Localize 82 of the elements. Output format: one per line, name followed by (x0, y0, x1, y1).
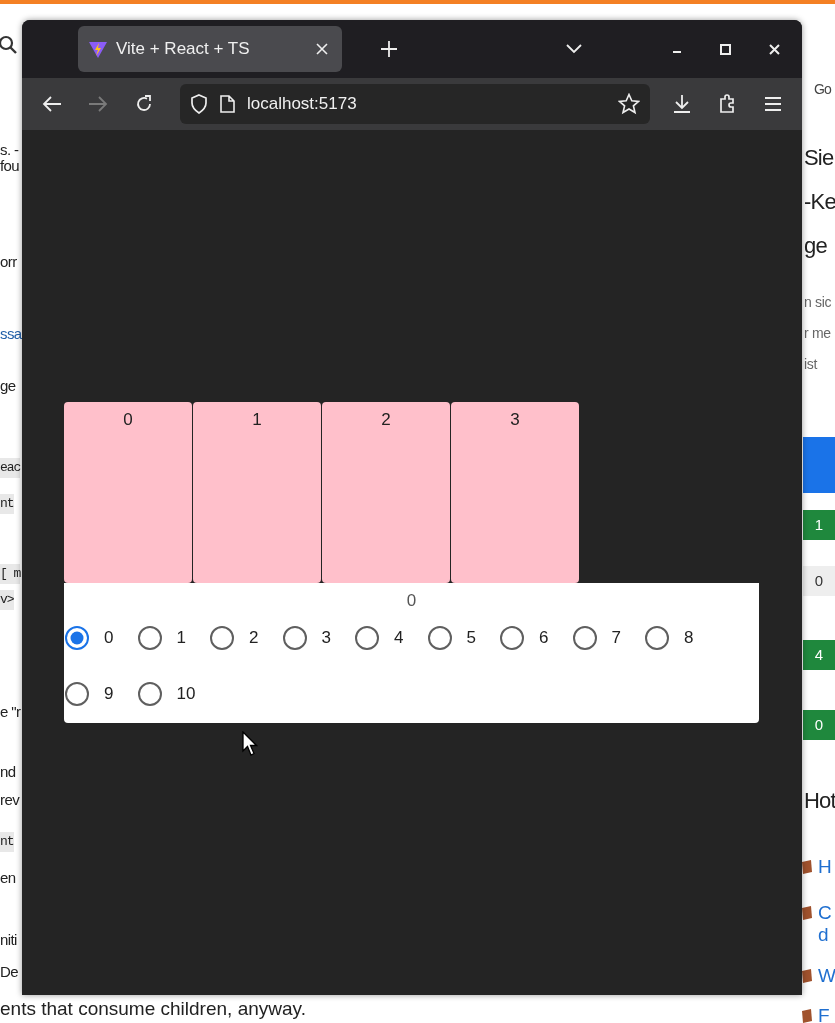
text-fragment: nt (0, 832, 14, 852)
plus-icon[interactable] (380, 40, 398, 58)
search-icon (0, 34, 18, 56)
radio-option[interactable]: 1 (136, 625, 209, 651)
text-fragment: nd (0, 762, 16, 782)
radio-option[interactable]: 4 (354, 625, 427, 651)
selected-value: 0 (406, 591, 417, 611)
count-badge: 1 (803, 510, 835, 540)
radio-button[interactable] (64, 625, 90, 651)
radio-button[interactable] (354, 625, 380, 651)
radio-button[interactable] (64, 681, 90, 707)
reload-icon[interactable] (134, 94, 154, 114)
page-icon (220, 95, 235, 113)
site-icon (800, 1008, 814, 1023)
text-fragment: orr (0, 252, 17, 272)
radio-button[interactable] (209, 625, 235, 651)
text-fragment: eac (0, 458, 21, 478)
url-text: localhost:5173 (247, 94, 357, 114)
radio-button[interactable] (571, 625, 598, 651)
text-fragment: ge (0, 376, 16, 396)
vite-logo-icon (88, 39, 108, 59)
banner (803, 437, 835, 493)
text-fragment: Go (813, 80, 833, 99)
link-fragment[interactable]: F (818, 1005, 830, 1023)
site-icon (800, 859, 814, 875)
paragraph-text: ents that consume children, anyway. (0, 997, 306, 1021)
count-badge: 4 (803, 640, 835, 670)
chevron-down-icon[interactable] (566, 44, 582, 54)
text-fragment: [ m (0, 564, 21, 584)
link-fragment[interactable]: H (818, 856, 832, 878)
text-fragment: ge (804, 233, 827, 259)
menu-icon[interactable] (764, 96, 782, 112)
radio-option[interactable]: 8 (644, 625, 717, 651)
radio-button[interactable] (499, 625, 525, 651)
text-fragment: e "r (0, 702, 21, 722)
card-label: 2 (381, 410, 391, 431)
site-icon (800, 905, 814, 921)
text-fragment: De (0, 962, 18, 982)
radio-button[interactable] (136, 625, 163, 651)
text-fragment: n sic (804, 294, 832, 310)
close-icon[interactable] (316, 43, 328, 55)
text-fragment: Sie (804, 145, 834, 171)
radio-button[interactable] (426, 625, 453, 651)
text-fragment: ssa (0, 324, 22, 344)
text-fragment: Hot (804, 788, 835, 814)
text-fragment: rev (0, 790, 20, 810)
star-icon[interactable] (618, 93, 640, 115)
card-label: 1 (252, 410, 262, 431)
radio-option[interactable]: 7 (571, 625, 644, 651)
text-fragment: -Ke (804, 189, 835, 215)
radio-option[interactable]: 2 (209, 625, 282, 651)
text-fragment: en (0, 868, 16, 888)
radio-option[interactable]: 6 (499, 625, 572, 651)
card-label: 0 (123, 410, 133, 431)
browser-tab[interactable]: Vite + React + TS (78, 26, 342, 72)
text-fragment: nt (0, 494, 14, 514)
back-icon[interactable] (42, 95, 62, 113)
mouse-pointer-icon (242, 731, 258, 757)
address-bar[interactable]: localhost:5173 (180, 84, 650, 124)
text-fragment: ist (804, 356, 818, 372)
count-badge: 0 (803, 566, 835, 596)
radio-button[interactable] (281, 625, 308, 651)
link-fragment[interactable]: W (818, 965, 835, 987)
maximize-icon[interactable] (720, 43, 731, 55)
text-fragment: r me (804, 325, 831, 341)
download-icon[interactable] (672, 94, 692, 114)
radio-option[interactable]: 3 (281, 625, 354, 651)
site-icon (800, 968, 814, 984)
text-fragment: v> (0, 590, 14, 610)
radio-option[interactable]: 10 (136, 681, 209, 707)
radio-button[interactable] (644, 625, 670, 651)
card-label: 3 (510, 410, 520, 431)
close-icon[interactable] (769, 43, 780, 55)
link-fragment[interactable]: d (818, 924, 829, 946)
link-fragment[interactable]: C (818, 902, 832, 924)
count-badge: 0 (803, 710, 835, 740)
radio-button[interactable] (136, 681, 163, 707)
radio-option[interactable]: 5 (426, 625, 499, 651)
radio-option[interactable]: 9 (64, 681, 137, 707)
shield-icon[interactable] (190, 94, 208, 114)
text-fragment: niti (0, 930, 17, 950)
radio-option[interactable]: 0 (64, 625, 137, 651)
